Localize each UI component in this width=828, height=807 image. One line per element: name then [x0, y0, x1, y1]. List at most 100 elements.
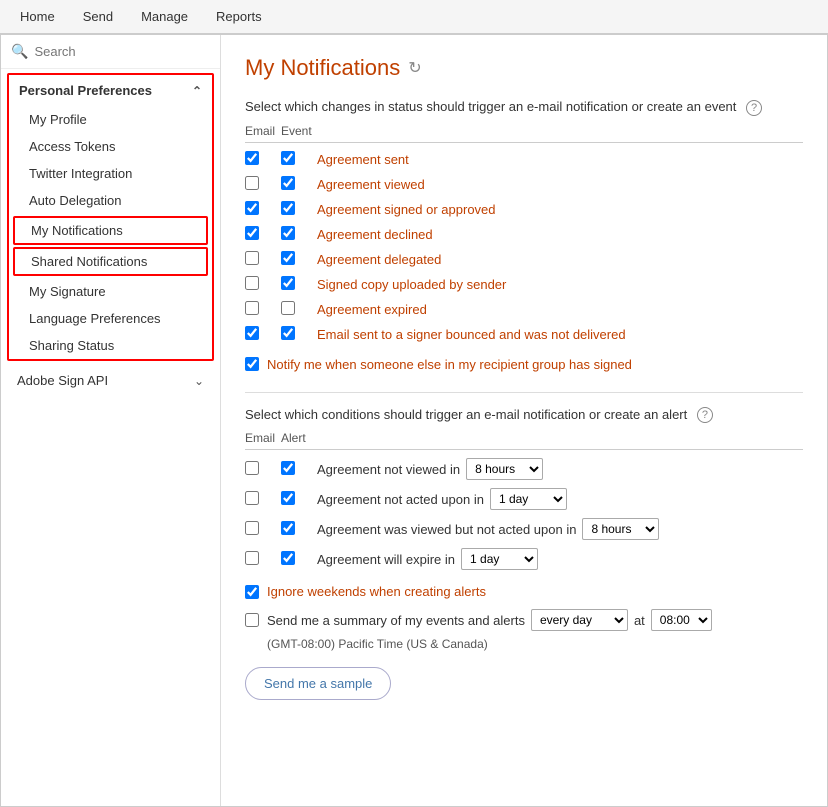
notify-group-label: Notify me when someone else in my recipi…	[267, 357, 632, 372]
sidebar-item-auto-delegation[interactable]: Auto Delegation	[9, 187, 212, 214]
main-content: My Notifications ↻ Select which changes …	[221, 35, 827, 806]
col-header-email: Email	[245, 124, 281, 138]
sidebar-item-language-preferences[interactable]: Language Preferences	[9, 305, 212, 332]
event-cb-7[interactable]	[281, 326, 295, 340]
condition-row-3: Agreement will expire in 4 hours 8 hours…	[245, 544, 803, 574]
email-cb-3[interactable]	[245, 226, 259, 240]
event-cb-3[interactable]	[281, 226, 295, 240]
section1-help-icon[interactable]: ?	[746, 100, 762, 116]
send-sample-button[interactable]: Send me a sample	[245, 667, 391, 700]
sidebar-item-my-notifications[interactable]: My Notifications	[15, 218, 206, 243]
row-label-6: Agreement expired	[317, 302, 427, 317]
cond-dropdown-3[interactable]: 4 hours 8 hours 12 hours 1 day 2 days	[461, 548, 538, 570]
ignore-weekends-row: Ignore weekends when creating alerts	[245, 578, 803, 605]
chevron-down-icon: ⌄	[194, 374, 204, 388]
email-cb-2[interactable]	[245, 201, 259, 215]
sidebar-item-my-profile[interactable]: My Profile	[9, 106, 212, 133]
cond-email-cb-3[interactable]	[245, 551, 259, 565]
summary-freq-dropdown[interactable]: every day every week every month	[531, 609, 628, 631]
cond-alert-cb-1[interactable]	[281, 491, 295, 505]
cond-dropdown-2[interactable]: 4 hours 8 hours 12 hours 1 day 2 days	[582, 518, 659, 540]
notify-group-cb[interactable]	[245, 357, 259, 371]
event-cb-6[interactable]	[281, 301, 295, 315]
summary-label: Send me a summary of my events and alert…	[267, 613, 525, 628]
row-label-3: Agreement declined	[317, 227, 433, 242]
row-label-2: Agreement signed or approved	[317, 202, 496, 217]
page-title: My Notifications	[245, 55, 400, 81]
section2-help-icon[interactable]: ?	[697, 407, 713, 423]
refresh-icon[interactable]: ↻	[408, 58, 421, 78]
cond-alert-cb-0[interactable]	[281, 461, 295, 475]
row-label-0: Agreement sent	[317, 152, 409, 167]
sidebar-item-shared-notifications[interactable]: Shared Notifications	[15, 249, 206, 274]
ignore-weekends-cb[interactable]	[245, 585, 259, 599]
nav-send[interactable]: Send	[69, 0, 127, 33]
email-cb-6[interactable]	[245, 301, 259, 315]
search-input[interactable]	[34, 44, 210, 59]
event-cb-2[interactable]	[281, 201, 295, 215]
chevron-up-icon: ⌃	[192, 84, 202, 98]
email-cb-7[interactable]	[245, 326, 259, 340]
sidebar-search[interactable]: 🔍	[1, 35, 220, 69]
event-cb-4[interactable]	[281, 251, 295, 265]
cond-label-2: Agreement was viewed but not acted upon …	[317, 522, 576, 537]
condition-row-0: Agreement not viewed in 4 hours 8 hours …	[245, 454, 803, 484]
status-row-6: Agreement expired	[245, 297, 803, 322]
top-nav: Home Send Manage Reports	[0, 0, 828, 34]
event-cb-5[interactable]	[281, 276, 295, 290]
sidebar-item-twitter-integration[interactable]: Twitter Integration	[9, 160, 212, 187]
personal-preferences-label: Personal Preferences	[19, 83, 152, 98]
row-label-4: Agreement delegated	[317, 252, 441, 267]
email-cb-0[interactable]	[245, 151, 259, 165]
event-cb-0[interactable]	[281, 151, 295, 165]
condition-row-2: Agreement was viewed but not acted upon …	[245, 514, 803, 544]
sidebar-section-personal-preferences[interactable]: Personal Preferences ⌃	[9, 75, 212, 106]
cond-label-1: Agreement not acted upon in	[317, 492, 484, 507]
search-icon: 🔍	[11, 43, 28, 60]
status-row-0: Agreement sent	[245, 147, 803, 172]
summary-row: Send me a summary of my events and alert…	[245, 605, 803, 635]
sidebar-section-adobe-sign-api[interactable]: Adobe Sign API ⌄	[7, 365, 214, 396]
ignore-weekends-label: Ignore weekends when creating alerts	[267, 584, 486, 599]
status-row-5: Signed copy uploaded by sender	[245, 272, 803, 297]
at-label: at	[634, 613, 645, 628]
status-row-3: Agreement declined	[245, 222, 803, 247]
row-label-1: Agreement viewed	[317, 177, 425, 192]
status-row-7: Email sent to a signer bounced and was n…	[245, 322, 803, 347]
email-cb-1[interactable]	[245, 176, 259, 190]
cond-label-0: Agreement not viewed in	[317, 462, 460, 477]
cond-dropdown-1[interactable]: 4 hours 8 hours 12 hours 1 day 2 days	[490, 488, 567, 510]
notify-group-row: Notify me when someone else in my recipi…	[245, 351, 803, 378]
cond-alert-cb-3[interactable]	[281, 551, 295, 565]
status-row-4: Agreement delegated	[245, 247, 803, 272]
nav-manage[interactable]: Manage	[127, 0, 202, 33]
row-label-7: Email sent to a signer bounced and was n…	[317, 327, 626, 342]
event-cb-1[interactable]	[281, 176, 295, 190]
adobe-sign-api-label: Adobe Sign API	[17, 373, 108, 388]
col-header-event: Event	[281, 124, 317, 138]
sidebar-item-sharing-status[interactable]: Sharing Status	[9, 332, 212, 359]
section1-label: Select which changes in status should tr…	[245, 99, 803, 116]
cond-email-cb-0[interactable]	[245, 461, 259, 475]
sidebar-item-my-signature[interactable]: My Signature	[9, 278, 212, 305]
cond-label-3: Agreement will expire in	[317, 552, 455, 567]
summary-cb[interactable]	[245, 613, 259, 627]
status-row-2: Agreement signed or approved	[245, 197, 803, 222]
condition-row-1: Agreement not acted upon in 4 hours 8 ho…	[245, 484, 803, 514]
col-header-email2: Email	[245, 431, 281, 445]
section2-label: Select which conditions should trigger a…	[245, 407, 803, 424]
cond-email-cb-2[interactable]	[245, 521, 259, 535]
sidebar-item-access-tokens[interactable]: Access Tokens	[9, 133, 212, 160]
nav-reports[interactable]: Reports	[202, 0, 276, 33]
cond-email-cb-1[interactable]	[245, 491, 259, 505]
status-row-1: Agreement viewed	[245, 172, 803, 197]
sidebar: 🔍 Personal Preferences ⌃ My Profile Acce…	[1, 35, 221, 806]
email-cb-4[interactable]	[245, 251, 259, 265]
email-cb-5[interactable]	[245, 276, 259, 290]
summary-time-dropdown[interactable]: 08:00 09:00 10:00 12:00	[651, 609, 712, 631]
nav-home[interactable]: Home	[6, 0, 69, 33]
col-header-alert: Alert	[281, 431, 317, 445]
cond-dropdown-0[interactable]: 4 hours 8 hours 12 hours 1 day 2 days	[466, 458, 543, 480]
cond-alert-cb-2[interactable]	[281, 521, 295, 535]
row-label-5: Signed copy uploaded by sender	[317, 277, 506, 292]
